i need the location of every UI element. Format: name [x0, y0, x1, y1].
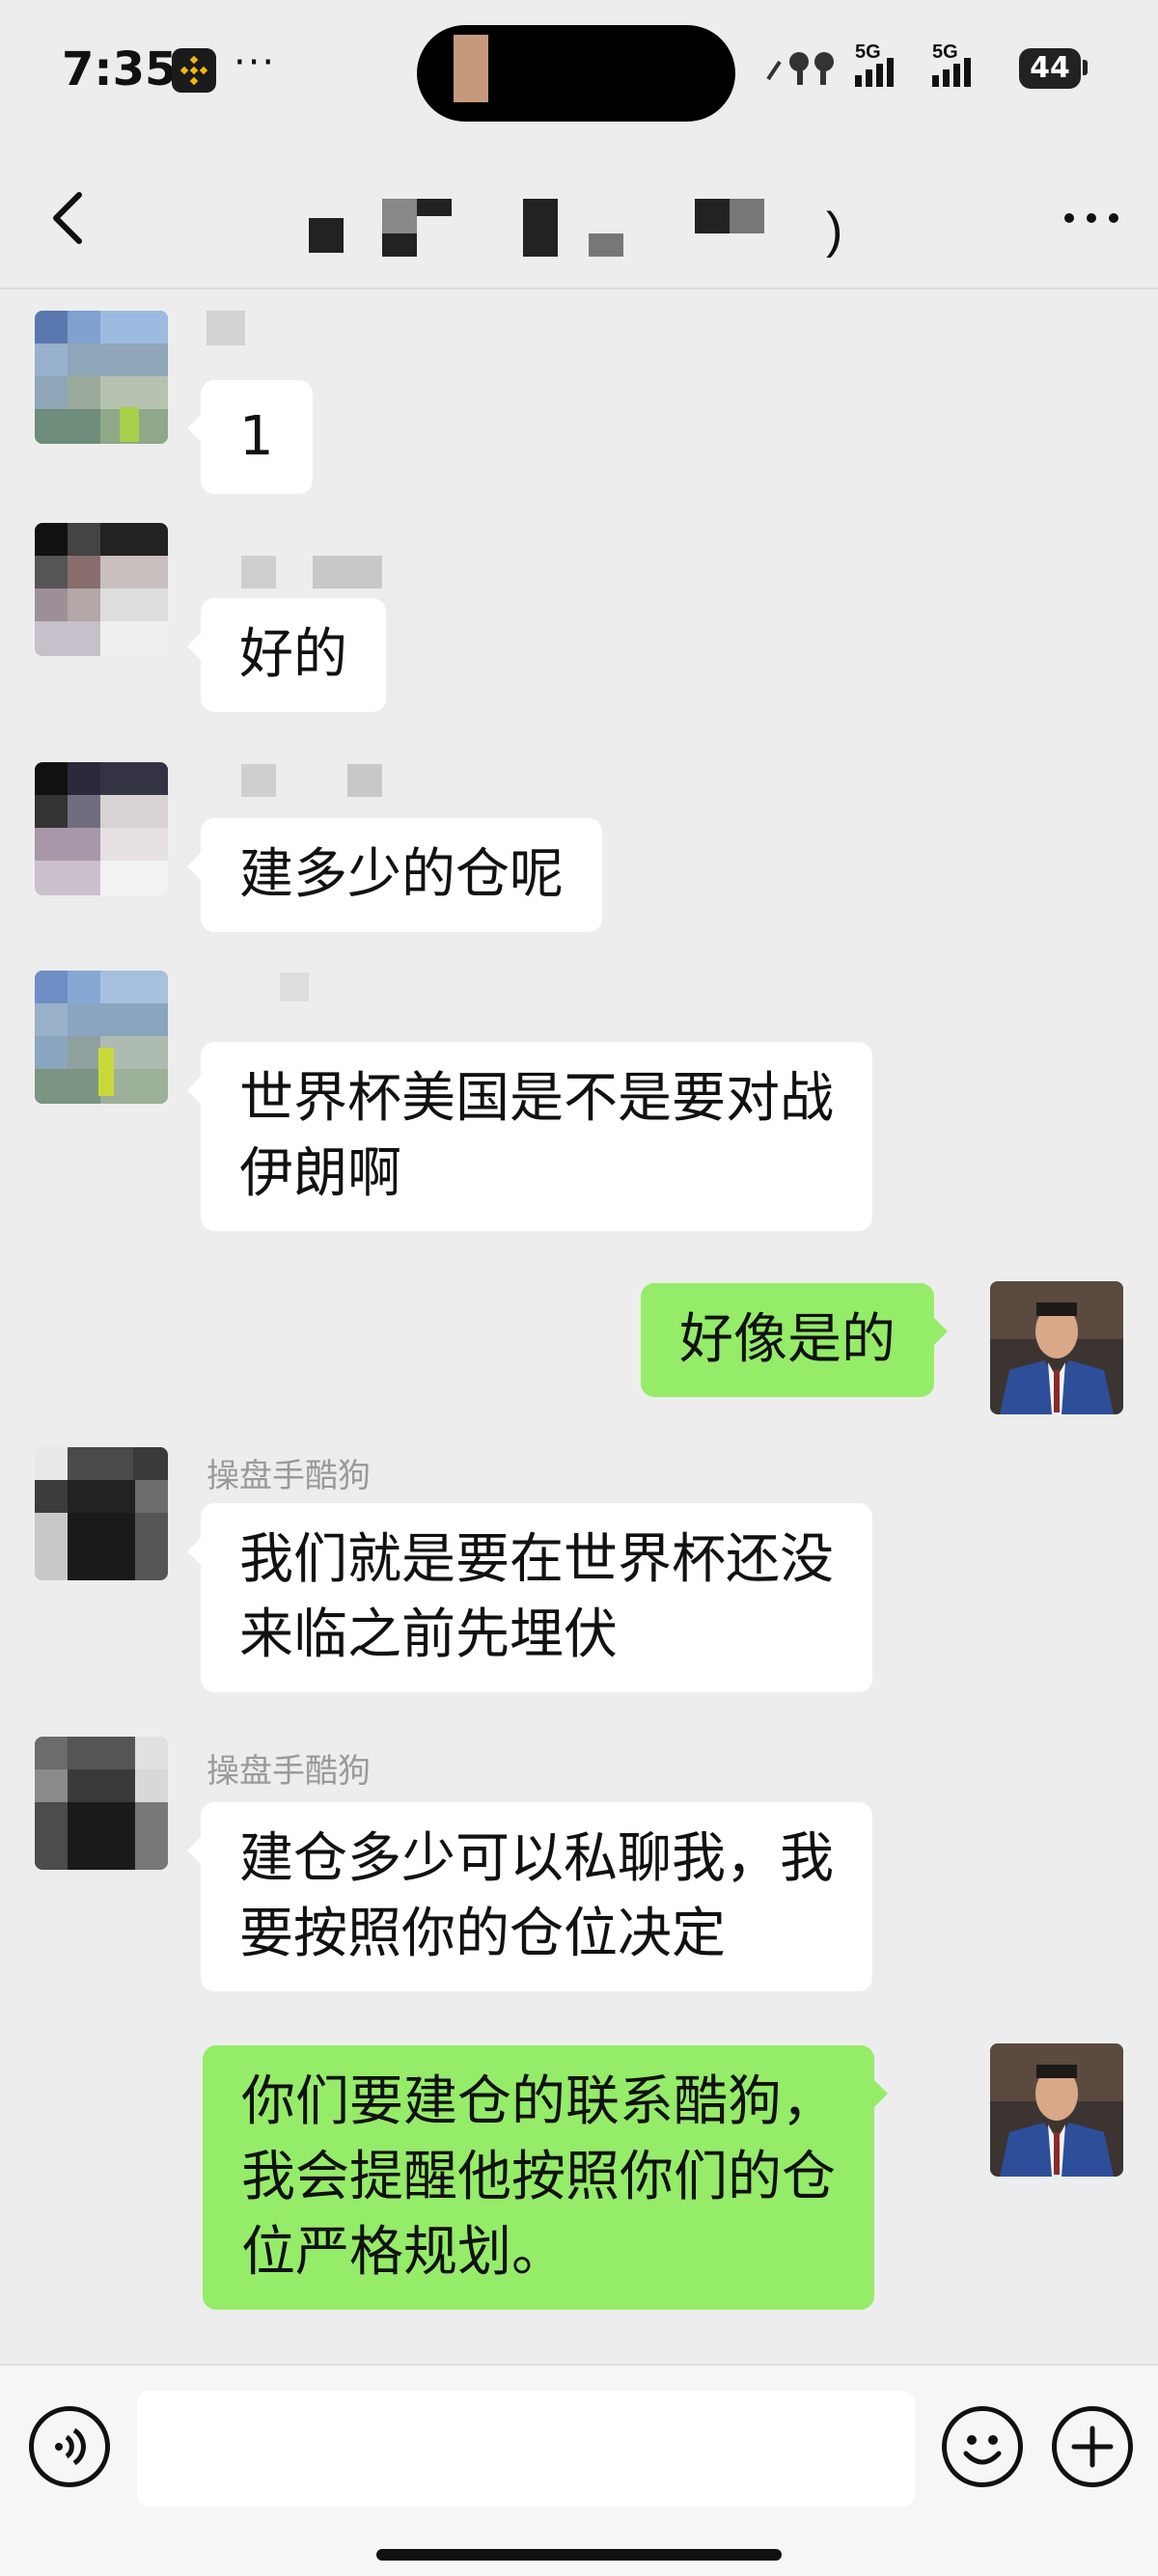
message-bubble-7[interactable]: 你们要建仓的联系酷狗， 我会提醒他按照你们的仓 位严格规划。 [203, 2045, 888, 2310]
status-bar: 7:35 ··· 5G 5G 44 [0, 0, 1158, 145]
avatar[interactable] [35, 1737, 168, 1870]
sender-redacted [241, 764, 276, 797]
message-input[interactable] [137, 2391, 915, 2507]
message-bubble-3[interactable]: 世界杯美国是不是要对战 伊朗啊 [187, 1042, 872, 1231]
message-line: 好像是的 [679, 1308, 896, 1371]
sender-redacted [207, 311, 245, 345]
message-line: 你们要建仓的联系酷狗， [241, 2070, 836, 2133]
redacted-avatar [454, 35, 488, 102]
message-line: 1 [239, 405, 274, 468]
avatar[interactable] [35, 762, 168, 895]
message-bubble-4[interactable]: 好像是的 [641, 1283, 948, 1397]
message-line: 我会提醒他按照你们的仓 [241, 2146, 836, 2208]
home-indicator [376, 2549, 782, 2561]
message-bubble-5[interactable]: 我们就是要在世界杯还没 来临之前先埋伏 [187, 1503, 872, 1692]
sender-redacted [280, 973, 309, 1001]
message-bubble-6[interactable]: 建仓多少可以私聊我，我 要按照你的仓位决定 [187, 1802, 872, 1991]
plus-icon[interactable] [1052, 2406, 1133, 2487]
battery-tip [1083, 60, 1088, 75]
sender-redacted [241, 556, 276, 589]
sender-redacted [347, 764, 382, 797]
svg-text:5G: 5G [932, 41, 958, 63]
message-line: 位严格规划。 [241, 2221, 565, 2284]
avatar[interactable] [990, 2043, 1123, 2177]
message-line: 来临之前先埋伏 [239, 1603, 618, 1666]
avatar[interactable] [35, 523, 168, 656]
message-list[interactable]: 1 好的 建多少的仓呢 世界杯美国是不是要对战 伊朗啊 好像是的 操盘手酷狗 我… [0, 289, 1158, 2364]
avatar[interactable] [35, 971, 168, 1104]
message-line: 我们就是要在世界杯还没 [239, 1528, 834, 1591]
sender-name: 操盘手酷狗 [207, 1457, 371, 1495]
message-line: 世界杯美国是不是要对战 [239, 1067, 834, 1130]
message-line: 伊朗啊 [239, 1142, 401, 1205]
back-arrow-icon[interactable] [39, 179, 96, 257]
airpods-icon [766, 52, 834, 85]
binance-icon [172, 48, 216, 93]
sender-redacted [313, 556, 382, 589]
chat-title-redacted: ) [309, 199, 842, 259]
battery-icon: 44 [1019, 48, 1081, 89]
more-icon[interactable] [1058, 183, 1125, 251]
message-bubble-1[interactable]: 好的 [187, 598, 386, 712]
signal-icon: 5G 5G [855, 41, 971, 87]
avatar[interactable] [990, 1281, 1123, 1414]
nav-bar: ) [0, 145, 1158, 289]
message-bubble-0[interactable]: 1 [187, 380, 313, 494]
message-line: 建多少的仓呢 [239, 843, 564, 906]
message-line: 建仓多少可以私聊我，我 [239, 1827, 834, 1890]
message-bubble-2[interactable]: 建多少的仓呢 [187, 818, 602, 932]
input-bar [0, 2364, 1158, 2576]
message-line: 要按照你的仓位决定 [239, 1903, 726, 1965]
emoji-icon[interactable] [942, 2406, 1023, 2487]
svg-text:5G: 5G [855, 41, 881, 63]
avatar[interactable] [35, 311, 168, 444]
message-line: 好的 [239, 623, 347, 686]
status-more-dots: ··· [234, 41, 277, 85]
sender-name: 操盘手酷狗 [207, 1752, 371, 1791]
status-time: 7:35 [62, 42, 178, 96]
voice-icon[interactable] [29, 2406, 110, 2487]
svg-text:): ) [826, 203, 842, 259]
avatar[interactable] [35, 1447, 168, 1580]
